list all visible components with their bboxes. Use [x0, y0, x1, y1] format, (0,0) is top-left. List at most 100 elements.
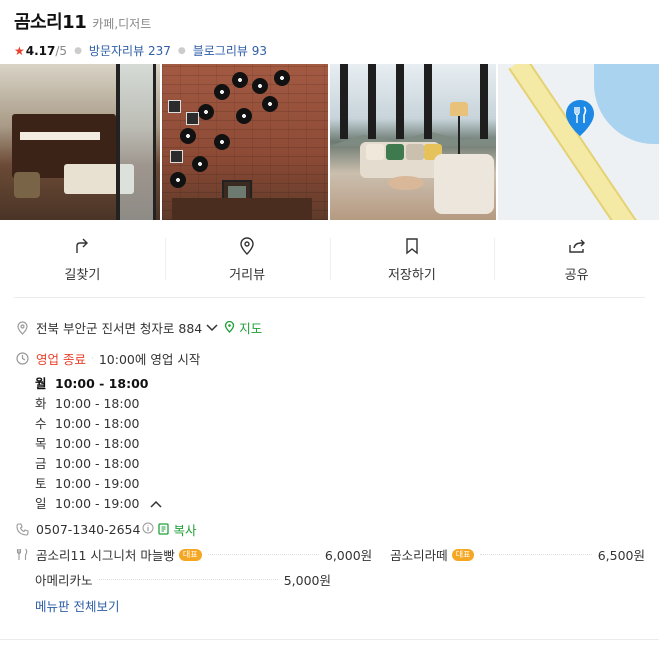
chevron-down-icon[interactable] [206, 320, 218, 335]
menu-item-price: 6,000원 [324, 548, 373, 563]
map-link[interactable]: 지도 [224, 318, 262, 337]
console-shape [172, 198, 312, 220]
directions-label: 길찾기 [64, 267, 101, 283]
hours-row-tue: 화 10:00 - 18:00 [35, 394, 162, 414]
pillar-shape [368, 64, 376, 139]
hours-time: 10:00 - 18:00 [55, 376, 149, 391]
save-label: 저장하기 [387, 267, 436, 283]
hours-list: 월 10:00 - 18:00 화 10:00 - 18:00 수 10:00 - 1… [35, 374, 162, 514]
copy-button[interactable]: 복사 [158, 520, 196, 539]
menu-item-price: 6,500원 [597, 548, 645, 563]
day-label: 목 [35, 436, 47, 451]
separator-dot: ● [177, 45, 186, 56]
street-view-button[interactable]: 거리뷰 [164, 224, 330, 294]
dotted-leader [207, 554, 319, 555]
pillar-shape [424, 64, 432, 139]
record-shape [236, 108, 252, 124]
visitor-review-link[interactable]: 방문자리뷰 237 [89, 42, 171, 59]
view-full-menu-link[interactable]: 메뉴판 전체보기 [35, 596, 119, 615]
hours-time: 10:00 - 18:00 [55, 456, 140, 471]
bookmark-icon [402, 236, 422, 256]
phone-row: 0507-1340-2654 복사 [14, 520, 196, 539]
copy-label: 복사 [173, 523, 197, 538]
day-label: 월 [35, 376, 47, 391]
basket-shape [14, 172, 40, 198]
hours-row-fri: 금 10:00 - 18:00 [35, 454, 162, 474]
save-button[interactable]: 저장하기 [329, 224, 495, 294]
record-shape [214, 84, 230, 100]
visitor-review-label: 방문자리뷰 [88, 44, 145, 58]
record-shape [198, 104, 214, 120]
address-pin-icon [14, 320, 30, 336]
separator-dot: ● [74, 45, 82, 56]
share-button[interactable]: 공유 [494, 224, 659, 294]
signature-badge: 대표 [178, 548, 202, 561]
pillar-shape [396, 64, 404, 139]
address-text[interactable]: 전북 부안군 진서면 청자로 884 [36, 318, 202, 337]
place-category: 카페,디저트 [92, 17, 152, 31]
signature-badge: 대표 [451, 548, 475, 561]
place-name[interactable]: 곰소리11 [14, 8, 87, 34]
photo-lounge[interactable] [330, 64, 496, 220]
info-icon[interactable] [142, 522, 154, 537]
hours-row-wed: 수 10:00 - 18:00 [35, 414, 162, 434]
album-frame-shape [170, 150, 183, 163]
photo-strip [0, 64, 659, 220]
bottom-divider [0, 639, 659, 640]
menu-item-name[interactable]: 곰소리11 시그니처 마늘빵 [36, 545, 175, 564]
pillar-shape [340, 64, 348, 139]
phone-icon [14, 522, 30, 538]
record-shape [274, 70, 290, 86]
photo-record-wall[interactable] [162, 64, 328, 220]
blog-review-link[interactable]: 블로그리뷰 93 [193, 42, 267, 59]
tv-screen-shape [228, 186, 246, 198]
blog-review-label: 블로그리뷰 [192, 44, 248, 58]
pillow-shape [366, 144, 384, 160]
hours-row-sat: 토 10:00 - 19:00 [35, 474, 162, 494]
menu-item-name[interactable]: 곰소리라떼 [390, 545, 448, 564]
pillow-shape [386, 144, 404, 160]
menu-item-name[interactable]: 아메리카노 [35, 570, 93, 589]
next-open-text: 10:00에 영업 시작 [98, 352, 201, 367]
share-icon [567, 236, 587, 256]
record-shape [262, 96, 278, 112]
hours-time: 10:00 - 19:00 [55, 496, 140, 511]
day-label: 수 [35, 416, 47, 431]
hours-row-thu: 목 10:00 - 18:00 [35, 434, 162, 454]
phone-number[interactable]: 0507-1340-2654 [36, 522, 140, 537]
record-shape [180, 128, 196, 144]
clock-icon [14, 351, 30, 367]
album-frame-shape [186, 112, 199, 125]
rating-row: ★ 4.17 /5 ● 방문자리뷰 237 ● 블로그리뷰 93 [14, 42, 645, 59]
directions-button[interactable]: 길찾기 [0, 224, 165, 294]
dotted-leader [480, 554, 592, 555]
share-label: 공유 [564, 267, 589, 283]
mini-map[interactable] [498, 64, 659, 220]
window-shape [116, 64, 156, 220]
visitor-review-count: 237 [147, 44, 171, 58]
piano-keys-shape [20, 132, 100, 140]
action-bar: 길찾기 거리뷰 저장하기 공유 [0, 224, 659, 294]
chevron-up-icon[interactable] [149, 496, 162, 511]
record-shape [232, 72, 248, 88]
day-label: 일 [35, 496, 47, 511]
address-row: 전북 부안군 진서면 청자로 884 지도 [14, 318, 645, 337]
pillar-shape [480, 64, 488, 139]
map-pin-icon [566, 100, 594, 136]
info-section: 전북 부안군 진서면 청자로 884 지도 영업 종료 · 10:00에 영업 … [14, 318, 645, 368]
hours-time: 10:00 - 18:00 [55, 436, 140, 451]
lamp-shade-shape [450, 102, 468, 116]
map-link-label: 지도 [239, 321, 263, 336]
menu-row-1: 곰소리11 시그니처 마늘빵 대표 6,000원 곰소리라떼 대표 6,500원 [14, 545, 645, 564]
record-shape [192, 156, 208, 172]
day-label: 금 [35, 456, 47, 471]
business-status: 영업 종료 [36, 352, 86, 367]
blog-review-count: 93 [251, 44, 268, 58]
street-view-label: 거리뷰 [229, 267, 266, 283]
photo-piano-room[interactable] [0, 64, 160, 220]
day-label: 화 [35, 396, 47, 411]
hours-row-sun: 일 10:00 - 19:00 [35, 494, 162, 514]
separator-dot: · [90, 353, 94, 364]
status-row: 영업 종료 · 10:00에 영업 시작 [14, 349, 645, 368]
day-label: 토 [35, 476, 47, 491]
